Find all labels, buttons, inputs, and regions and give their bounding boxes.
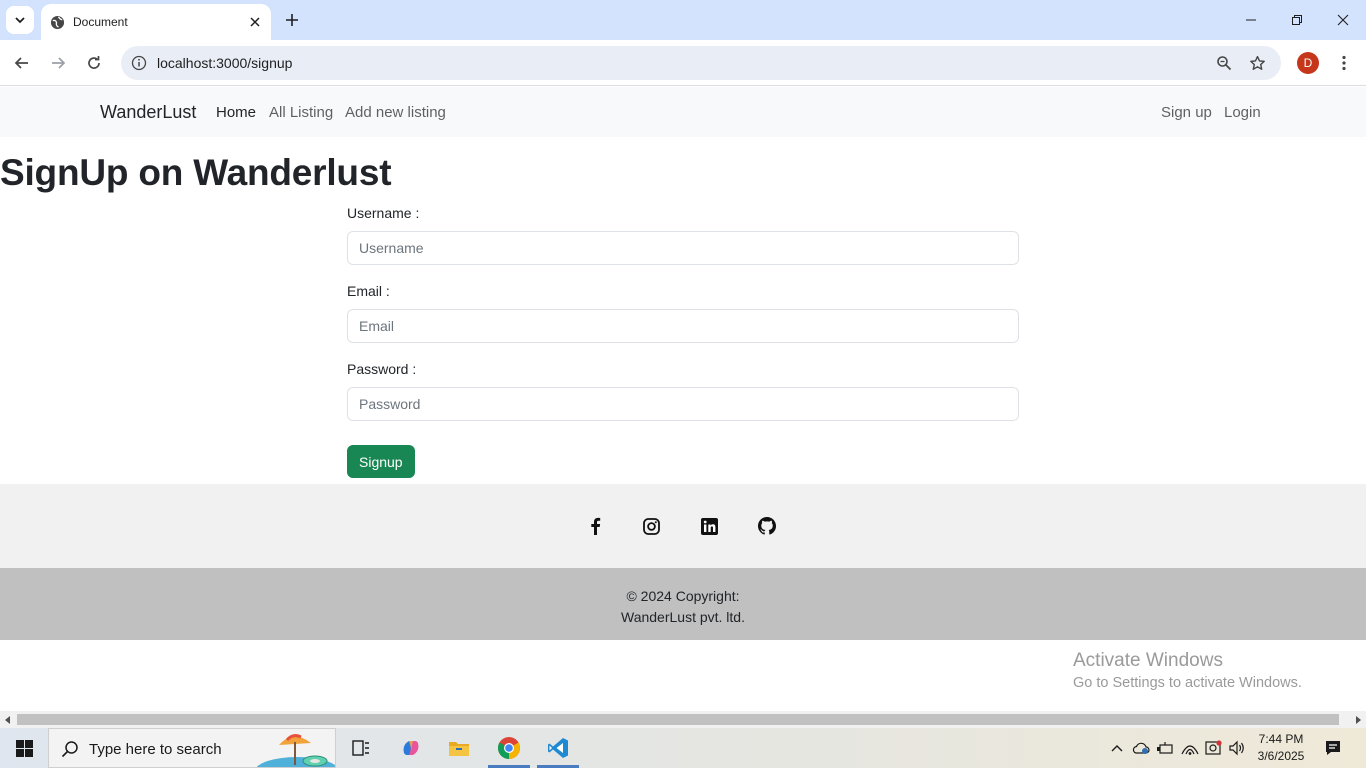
activate-windows-watermark: Activate Windows Go to Settings to activ… bbox=[1073, 650, 1302, 691]
search-icon bbox=[61, 741, 78, 758]
email-label: Email : bbox=[347, 283, 390, 299]
chrome-icon bbox=[498, 737, 520, 759]
footer-copyright: © 2024 Copyright: WanderLust pvt. ltd. bbox=[0, 568, 1366, 640]
show-hidden-icons-button[interactable] bbox=[1107, 738, 1127, 758]
tab-title: Document bbox=[73, 15, 128, 29]
site-navbar: WanderLust Home All Listing Add new list… bbox=[0, 87, 1366, 137]
start-button[interactable] bbox=[0, 728, 48, 768]
signup-button[interactable]: Signup bbox=[347, 445, 415, 478]
address-bar[interactable]: localhost:3000/signup bbox=[121, 46, 1281, 80]
browser-toolbar: localhost:3000/signup D bbox=[0, 40, 1366, 86]
vscode-icon bbox=[548, 738, 568, 758]
nav-signup-link[interactable]: Sign up bbox=[1161, 104, 1212, 121]
footer-social-bar bbox=[0, 484, 1366, 568]
new-tab-button[interactable] bbox=[280, 8, 304, 32]
file-explorer-button[interactable] bbox=[436, 728, 482, 768]
more-options-icon[interactable] bbox=[1333, 52, 1355, 74]
back-button[interactable] bbox=[8, 49, 36, 77]
scroll-left-arrow-icon[interactable] bbox=[3, 715, 13, 725]
site-info-icon[interactable] bbox=[129, 53, 149, 73]
close-tab-icon[interactable] bbox=[245, 12, 265, 32]
horizontal-scrollbar[interactable] bbox=[0, 711, 1366, 728]
taskbar-search-box[interactable]: Type here to search bbox=[48, 728, 336, 768]
url-text: localhost:3000/signup bbox=[157, 55, 293, 71]
password-label: Password : bbox=[347, 361, 417, 377]
battery-tray-icon[interactable] bbox=[1155, 738, 1175, 758]
tab-search-button[interactable] bbox=[6, 6, 34, 34]
close-window-button[interactable] bbox=[1320, 0, 1366, 40]
copyright-line-2: WanderLust pvt. ltd. bbox=[621, 609, 745, 625]
reload-icon bbox=[88, 56, 100, 69]
linkedin-icon[interactable] bbox=[699, 516, 719, 536]
arrow-left-icon bbox=[14, 57, 28, 69]
chevron-down-icon bbox=[15, 17, 25, 24]
signup-form: Username : Email : Password : Signup bbox=[347, 205, 1019, 478]
scrollbar-thumb[interactable] bbox=[17, 714, 1339, 725]
network-tray-icon[interactable] bbox=[1180, 738, 1200, 758]
username-input[interactable] bbox=[347, 231, 1019, 265]
password-input[interactable] bbox=[347, 387, 1019, 421]
copilot-icon bbox=[403, 741, 419, 755]
volume-tray-icon[interactable] bbox=[1227, 738, 1247, 758]
security-tray-icon[interactable] bbox=[1203, 738, 1223, 758]
beach-umbrella-icon bbox=[257, 734, 335, 767]
task-view-icon bbox=[352, 740, 369, 756]
clock-date: 3/6/2025 bbox=[1257, 749, 1305, 763]
onedrive-tray-icon[interactable] bbox=[1131, 738, 1151, 758]
facebook-icon[interactable] bbox=[585, 516, 605, 536]
username-label: Username : bbox=[347, 205, 420, 221]
windows-taskbar: Type here to search 7:44 PM 3/6/2025 bbox=[0, 728, 1366, 768]
notification-center-icon[interactable] bbox=[1322, 737, 1344, 759]
restore-icon bbox=[1292, 15, 1302, 25]
search-placeholder: Type here to search bbox=[89, 741, 222, 758]
profile-avatar[interactable]: D bbox=[1297, 52, 1319, 74]
nav-add-listing-link[interactable]: Add new listing bbox=[345, 104, 446, 121]
email-input[interactable] bbox=[347, 309, 1019, 343]
copyright-line-1: © 2024 Copyright: bbox=[626, 588, 740, 604]
globe-icon bbox=[49, 14, 65, 30]
watermark-title: Activate Windows bbox=[1073, 650, 1223, 671]
minimize-icon bbox=[1246, 19, 1256, 21]
page-title: SignUp on Wanderlust bbox=[0, 152, 392, 193]
github-icon[interactable] bbox=[757, 516, 777, 536]
browser-tab-strip: Document bbox=[0, 0, 1366, 40]
folder-icon bbox=[449, 742, 469, 756]
clock-time: 7:44 PM bbox=[1258, 732, 1304, 746]
nav-login-link[interactable]: Login bbox=[1224, 104, 1261, 121]
copilot-button[interactable] bbox=[388, 728, 434, 768]
nav-all-listing-link[interactable]: All Listing bbox=[269, 104, 333, 121]
zoom-icon[interactable] bbox=[1214, 53, 1234, 73]
chrome-taskbar-button[interactable] bbox=[486, 728, 532, 768]
watermark-subtitle: Go to Settings to activate Windows. bbox=[1073, 675, 1302, 691]
forward-button[interactable] bbox=[44, 49, 72, 77]
plus-icon bbox=[286, 14, 298, 26]
chevron-up-icon bbox=[1111, 745, 1123, 752]
arrow-right-icon bbox=[52, 57, 66, 69]
close-icon bbox=[1337, 14, 1349, 26]
taskbar-clock[interactable]: 7:44 PM 3/6/2025 bbox=[1250, 731, 1312, 765]
brand-link[interactable]: WanderLust bbox=[100, 102, 196, 123]
browser-tab[interactable]: Document bbox=[41, 4, 271, 40]
restore-button[interactable] bbox=[1274, 0, 1320, 40]
minimize-button[interactable] bbox=[1228, 0, 1274, 40]
task-view-button[interactable] bbox=[338, 728, 384, 768]
windows-logo-icon bbox=[15, 739, 33, 757]
reload-button[interactable] bbox=[80, 49, 108, 77]
bookmark-star-icon[interactable] bbox=[1247, 53, 1267, 73]
scroll-right-arrow-icon[interactable] bbox=[1353, 715, 1363, 725]
vscode-taskbar-button[interactable] bbox=[535, 728, 581, 768]
instagram-icon[interactable] bbox=[641, 516, 661, 536]
nav-home-link[interactable]: Home bbox=[216, 104, 256, 121]
